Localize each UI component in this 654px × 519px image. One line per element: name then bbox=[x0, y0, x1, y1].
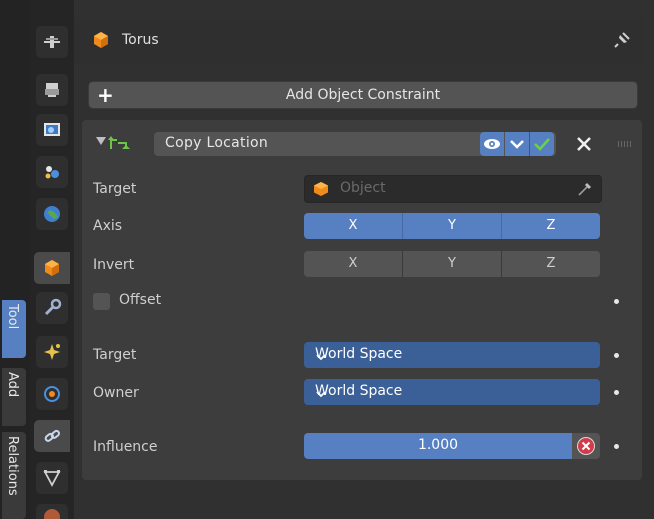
axis-y-toggle[interactable]: Y bbox=[402, 213, 501, 239]
constraint-panel: Copy Location Target Object Axis X Y Z I… bbox=[82, 120, 642, 480]
tab-relations[interactable]: Relations bbox=[2, 432, 26, 519]
object-name: Torus bbox=[122, 32, 159, 48]
tab-tool-label: Tool bbox=[5, 304, 20, 330]
axis-label: Axis bbox=[93, 218, 123, 234]
tab-tool[interactable]: Tool bbox=[2, 300, 26, 358]
world-icon[interactable] bbox=[36, 198, 68, 230]
close-circle-icon bbox=[577, 437, 595, 455]
eye-icon[interactable] bbox=[480, 132, 504, 156]
influence-slider[interactable]: 1.000 bbox=[304, 433, 572, 459]
object-type-icon bbox=[92, 31, 110, 53]
drag-handle-icon[interactable] bbox=[618, 141, 632, 147]
data-icon[interactable] bbox=[36, 462, 68, 494]
material-icon[interactable] bbox=[36, 504, 68, 519]
tab-add[interactable]: Add bbox=[2, 368, 26, 426]
object-icon[interactable] bbox=[34, 252, 70, 284]
add-object-constraint-button[interactable]: + Add Object Constraint bbox=[88, 81, 638, 109]
disable-keep-transform-button[interactable] bbox=[572, 433, 600, 459]
constraint-panel-header[interactable]: Copy Location bbox=[82, 120, 642, 164]
collapse-triangle-icon[interactable] bbox=[96, 137, 106, 145]
target-label: Target bbox=[93, 181, 137, 197]
keyframe-dot-icon[interactable] bbox=[614, 390, 619, 395]
chevron-down-icon bbox=[315, 350, 593, 366]
owner-space-label: Owner bbox=[93, 385, 139, 401]
close-icon[interactable] bbox=[572, 132, 596, 156]
object-icon bbox=[313, 181, 329, 201]
copy-location-icon bbox=[108, 134, 130, 156]
target-object-placeholder: Object bbox=[340, 180, 386, 196]
particles-icon[interactable] bbox=[36, 336, 68, 368]
output-icon[interactable] bbox=[36, 114, 68, 146]
keyframe-dot-icon[interactable] bbox=[614, 353, 619, 358]
target-space-dropdown[interactable]: World Space bbox=[304, 342, 600, 368]
tool-icon[interactable] bbox=[36, 26, 68, 58]
add-constraint-label: Add Object Constraint bbox=[285, 87, 441, 103]
invert-toggle-group: X Y Z bbox=[304, 251, 600, 277]
axis-toggle-group: X Y Z bbox=[304, 213, 600, 239]
keyframe-dot-icon[interactable] bbox=[614, 299, 619, 304]
view-layer-icon[interactable] bbox=[36, 156, 68, 188]
physics-icon[interactable] bbox=[36, 378, 68, 410]
pin-icon[interactable] bbox=[612, 30, 632, 54]
modifier-icon[interactable] bbox=[36, 292, 68, 324]
keyframe-dot-icon[interactable] bbox=[614, 444, 619, 449]
tab-add-label: Add bbox=[5, 372, 20, 398]
render-icon[interactable] bbox=[36, 74, 68, 106]
eyedropper-icon[interactable] bbox=[577, 181, 593, 201]
offset-checkbox[interactable] bbox=[93, 293, 110, 310]
axis-x-toggle[interactable]: X bbox=[304, 213, 402, 239]
owner-space-dropdown[interactable]: World Space bbox=[304, 379, 600, 405]
viewport-sidebar-tabs: Tool Add Relations bbox=[0, 0, 31, 519]
chevron-down-icon bbox=[315, 387, 593, 403]
offset-label: Offset bbox=[119, 292, 162, 308]
target-object-field[interactable]: Object bbox=[304, 175, 602, 203]
properties-editor: Tool Add Relations Torus + Add Object Co… bbox=[0, 0, 654, 519]
properties-tab-column bbox=[30, 0, 74, 519]
influence-value: 1.000 bbox=[417, 437, 459, 453]
chevron-down-icon[interactable] bbox=[505, 132, 529, 156]
invert-z-toggle[interactable]: Z bbox=[501, 251, 600, 277]
constraint-name: Copy Location bbox=[165, 135, 269, 151]
invert-label: Invert bbox=[93, 257, 135, 273]
influence-label: Influence bbox=[93, 439, 158, 455]
tab-relations-label: Relations bbox=[5, 436, 20, 496]
constraint-icon[interactable] bbox=[34, 420, 70, 452]
invert-x-toggle[interactable]: X bbox=[304, 251, 402, 277]
invert-y-toggle[interactable]: Y bbox=[402, 251, 501, 277]
target-space-label: Target bbox=[93, 347, 137, 363]
properties-header: Torus bbox=[74, 18, 644, 64]
checkmark-icon[interactable] bbox=[530, 132, 554, 156]
axis-z-toggle[interactable]: Z bbox=[501, 213, 600, 239]
